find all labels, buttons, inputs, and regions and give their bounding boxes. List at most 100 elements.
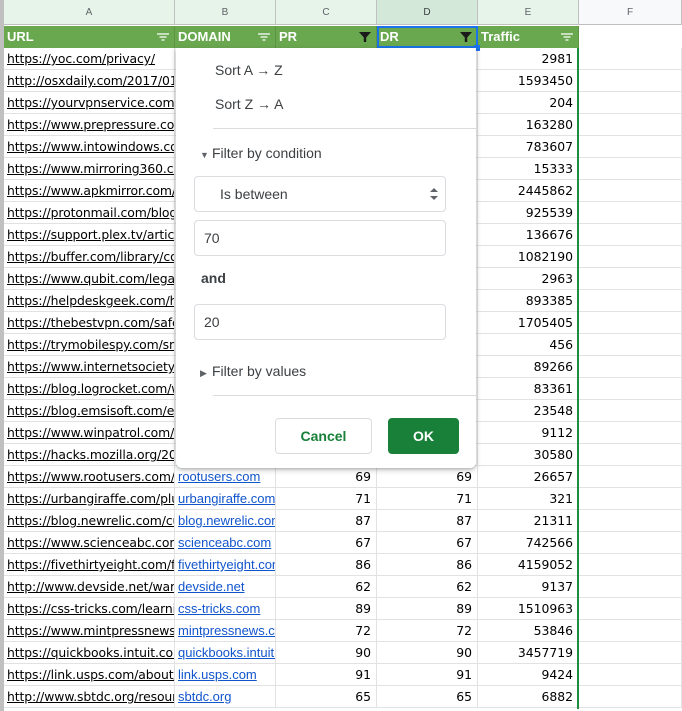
pr-cell[interactable]: 91 bbox=[276, 664, 377, 686]
domain-cell[interactable]: rootusers.com bbox=[175, 466, 276, 488]
url-cell[interactable]: https://www.mintpressnews. bbox=[4, 620, 175, 642]
empty-cell-f[interactable] bbox=[579, 356, 682, 378]
pr-cell[interactable]: 89 bbox=[276, 598, 377, 620]
column-header-e[interactable]: E bbox=[478, 0, 579, 25]
cancel-button[interactable]: Cancel bbox=[275, 418, 372, 454]
domain-cell[interactable]: blog.newrelic.com bbox=[175, 510, 276, 532]
empty-cell-f[interactable] bbox=[579, 576, 682, 598]
empty-cell-f[interactable] bbox=[579, 290, 682, 312]
url-cell[interactable]: https://www.winpatrol.com/ bbox=[4, 422, 175, 444]
dr-cell[interactable]: 87 bbox=[377, 510, 478, 532]
traffic-cell[interactable]: 23548 bbox=[478, 400, 579, 422]
domain-cell[interactable]: css-tricks.com bbox=[175, 598, 276, 620]
domain-cell[interactable]: mintpressnews.com bbox=[175, 620, 276, 642]
empty-cell-f[interactable] bbox=[579, 334, 682, 356]
domain-cell[interactable]: fivethirtyeight.com bbox=[175, 554, 276, 576]
url-cell[interactable]: https://yoc.com/privacy/ bbox=[4, 48, 175, 70]
pr-cell[interactable]: 62 bbox=[276, 576, 377, 598]
traffic-cell[interactable]: 742566 bbox=[478, 532, 579, 554]
dr-cell[interactable]: 69 bbox=[377, 466, 478, 488]
condition-select[interactable]: Is between bbox=[194, 176, 446, 212]
pr-cell[interactable]: 72 bbox=[276, 620, 377, 642]
traffic-cell[interactable]: 2963 bbox=[478, 268, 579, 290]
pr-cell[interactable]: 69 bbox=[276, 466, 377, 488]
url-cell[interactable]: https://blog.logrocket.com/w bbox=[4, 378, 175, 400]
empty-cell-f[interactable] bbox=[579, 466, 682, 488]
url-cell[interactable]: https://buffer.com/library/co bbox=[4, 246, 175, 268]
domain-cell[interactable]: urbangiraffe.com bbox=[175, 488, 276, 510]
empty-cell-f[interactable] bbox=[579, 686, 682, 708]
url-cell[interactable]: https://support.plex.tv/articl bbox=[4, 224, 175, 246]
condition-value-2-input[interactable]: 20 bbox=[194, 304, 446, 340]
traffic-cell[interactable]: 15333 bbox=[478, 158, 579, 180]
traffic-cell[interactable]: 9424 bbox=[478, 664, 579, 686]
url-cell[interactable]: https://quickbooks.intuit.com bbox=[4, 642, 175, 664]
domain-cell[interactable]: scienceabc.com bbox=[175, 532, 276, 554]
column-header-f[interactable]: F bbox=[579, 0, 682, 25]
pr-cell[interactable]: 65 bbox=[276, 686, 377, 708]
dr-cell[interactable]: 71 bbox=[377, 488, 478, 510]
dr-cell[interactable]: 67 bbox=[377, 532, 478, 554]
traffic-cell[interactable]: 1082190 bbox=[478, 246, 579, 268]
empty-cell-f[interactable] bbox=[579, 158, 682, 180]
traffic-cell[interactable]: 2981 bbox=[478, 48, 579, 70]
traffic-cell[interactable]: 9137 bbox=[478, 576, 579, 598]
url-cell[interactable]: https://blog.newrelic.com/cu bbox=[4, 510, 175, 532]
dr-cell[interactable]: 91 bbox=[377, 664, 478, 686]
traffic-cell[interactable]: 89266 bbox=[478, 356, 579, 378]
empty-cell-f[interactable] bbox=[579, 114, 682, 136]
column-header-b[interactable]: B bbox=[175, 0, 276, 25]
traffic-cell[interactable]: 1510963 bbox=[478, 598, 579, 620]
empty-cell-f[interactable] bbox=[579, 532, 682, 554]
empty-cell-f[interactable] bbox=[579, 246, 682, 268]
empty-cell-f[interactable] bbox=[579, 180, 682, 202]
url-cell[interactable]: https://www.prepressure.com bbox=[4, 114, 175, 136]
traffic-cell[interactable]: 163280 bbox=[478, 114, 579, 136]
ok-button[interactable]: OK bbox=[388, 418, 459, 454]
url-cell[interactable]: https://thebestvpn.com/safe bbox=[4, 312, 175, 334]
empty-cell-f[interactable] bbox=[579, 444, 682, 466]
pr-cell[interactable]: 90 bbox=[276, 642, 377, 664]
empty-cell-f[interactable] bbox=[579, 312, 682, 334]
empty-cell-f[interactable] bbox=[579, 224, 682, 246]
traffic-cell[interactable]: 21311 bbox=[478, 510, 579, 532]
filter-by-values-toggle[interactable]: ▶ Filter by values bbox=[200, 363, 306, 379]
url-cell[interactable]: https://css-tricks.com/learnin bbox=[4, 598, 175, 620]
traffic-cell[interactable]: 3457719 bbox=[478, 642, 579, 664]
traffic-cell[interactable]: 893385 bbox=[478, 290, 579, 312]
condition-value-1-input[interactable]: 70 bbox=[194, 220, 446, 256]
url-cell[interactable]: https://trymobilespy.com/sm bbox=[4, 334, 175, 356]
empty-cell-f[interactable] bbox=[579, 642, 682, 664]
empty-cell-f[interactable] bbox=[579, 422, 682, 444]
dr-cell[interactable]: 89 bbox=[377, 598, 478, 620]
traffic-cell[interactable]: 26657 bbox=[478, 466, 579, 488]
dr-cell[interactable]: 86 bbox=[377, 554, 478, 576]
url-cell[interactable]: https://fivethirtyeight.com/fe bbox=[4, 554, 175, 576]
empty-cell-f[interactable] bbox=[579, 92, 682, 114]
empty-cell-f[interactable] bbox=[579, 400, 682, 422]
traffic-cell[interactable]: 925539 bbox=[478, 202, 579, 224]
traffic-cell[interactable]: 9112 bbox=[478, 422, 579, 444]
empty-cell-f[interactable] bbox=[579, 136, 682, 158]
traffic-cell[interactable]: 456 bbox=[478, 334, 579, 356]
empty-cell-f[interactable] bbox=[579, 598, 682, 620]
traffic-cell[interactable]: 53846 bbox=[478, 620, 579, 642]
header-cell-dr[interactable]: DR bbox=[377, 26, 478, 48]
column-header-a[interactable]: A bbox=[4, 0, 175, 25]
filter-lines-icon[interactable] bbox=[156, 31, 170, 43]
sort-z-a-item[interactable]: Sort Z → A bbox=[215, 96, 283, 112]
domain-cell[interactable]: sbtdc.org bbox=[175, 686, 276, 708]
url-cell[interactable]: https://www.mirroring360.co bbox=[4, 158, 175, 180]
empty-cell-f[interactable] bbox=[579, 70, 682, 92]
traffic-cell[interactable]: 783607 bbox=[478, 136, 579, 158]
url-cell[interactable]: https://www.apkmirror.com/ bbox=[4, 180, 175, 202]
domain-cell[interactable]: link.usps.com bbox=[175, 664, 276, 686]
domain-cell[interactable]: devside.net bbox=[175, 576, 276, 598]
url-cell[interactable]: https://www.qubit.com/lega bbox=[4, 268, 175, 290]
empty-cell-f[interactable] bbox=[579, 510, 682, 532]
empty-cell-f[interactable] bbox=[579, 202, 682, 224]
header-cell-url[interactable]: URL bbox=[4, 26, 175, 48]
traffic-cell[interactable]: 136676 bbox=[478, 224, 579, 246]
traffic-cell[interactable]: 321 bbox=[478, 488, 579, 510]
url-cell[interactable]: https://www.intowindows.co bbox=[4, 136, 175, 158]
